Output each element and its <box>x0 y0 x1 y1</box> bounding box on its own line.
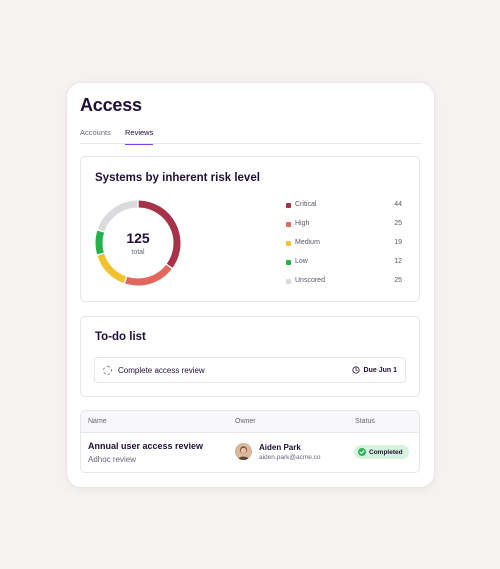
legend-swatch <box>286 260 291 265</box>
legend-swatch <box>286 241 291 246</box>
column-header-name[interactable]: Name <box>88 418 107 425</box>
donut-total-label: total <box>131 248 145 256</box>
legend-label: Unscored <box>295 277 325 284</box>
legend-value: 44 <box>394 201 402 208</box>
legend-value: 19 <box>394 239 402 246</box>
legend-item-low: Low 12 <box>286 258 402 277</box>
table-header: Name Owner Status <box>81 411 419 433</box>
legend-value: 25 <box>394 277 402 284</box>
tab-accounts[interactable]: Accounts <box>80 128 111 144</box>
todo-panel-title: To-do list <box>95 331 146 343</box>
tab-reviews[interactable]: Reviews <box>125 128 154 145</box>
todo-item-label: Complete access review <box>118 366 205 375</box>
legend-item-high: High 25 <box>286 220 402 239</box>
risk-panel-title: Systems by inherent risk level <box>95 172 260 184</box>
risk-panel: Systems by inherent risk level 125 total… <box>80 156 420 302</box>
column-header-status[interactable]: Status <box>355 418 375 425</box>
column-header-owner[interactable]: Owner <box>235 418 256 425</box>
legend-label: High <box>295 220 310 227</box>
access-card: Access Accounts Reviews Systems by inher… <box>67 83 434 487</box>
owner-name: Aiden Park <box>259 443 301 452</box>
todo-due-label: Due Jun 1 <box>363 366 397 374</box>
risk-legend: Critical 44 High 25 Medium 19 Low 12 Uns… <box>286 201 402 296</box>
legend-item-unscored: Unscored 25 <box>286 277 402 296</box>
legend-swatch <box>286 222 291 227</box>
donut-center: 125 total <box>94 199 182 287</box>
legend-swatch <box>286 279 291 284</box>
legend-item-medium: Medium 19 <box>286 239 402 258</box>
legend-value: 12 <box>394 258 402 265</box>
todo-status-circle-icon[interactable] <box>103 366 112 375</box>
todo-due-date: Due Jun 1 <box>351 366 397 374</box>
todo-item[interactable]: Complete access review Due Jun 1 <box>94 357 406 383</box>
legend-value: 25 <box>394 220 402 227</box>
legend-label: Critical <box>295 201 317 208</box>
donut-total: 125 <box>126 229 150 246</box>
avatar <box>235 443 252 460</box>
risk-donut-chart: 125 total <box>94 199 182 287</box>
reviews-table: Name Owner Status Annual user access rev… <box>80 410 420 473</box>
clock-icon <box>351 366 360 374</box>
tab-bar: Accounts Reviews <box>80 128 421 145</box>
avatar-portrait <box>235 443 252 460</box>
page-title: Access <box>80 95 142 115</box>
review-name[interactable]: Annual user access review <box>88 441 203 451</box>
status-label: Completed <box>369 448 403 456</box>
legend-label: Low <box>295 258 308 265</box>
todo-panel: To-do list Complete access review Due Ju… <box>80 316 420 397</box>
review-type: Adhoc review <box>88 455 137 464</box>
check-circle-icon <box>358 448 366 456</box>
owner-email: aiden.park@acme.co <box>259 454 321 461</box>
legend-label: Medium <box>295 239 320 246</box>
status-badge: Completed <box>354 445 409 459</box>
legend-item-critical: Critical 44 <box>286 201 402 220</box>
legend-swatch <box>286 203 291 208</box>
